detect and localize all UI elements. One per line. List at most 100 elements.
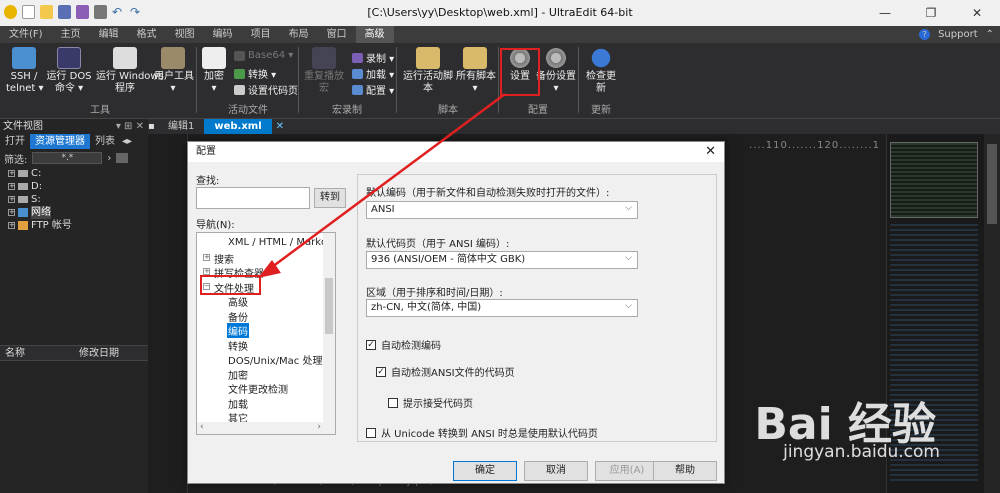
convert-button[interactable]: 转换 ▾	[234, 66, 276, 81]
menu-encoding[interactable]: 编码	[204, 26, 242, 43]
encrypt-button[interactable]: 加密 ▾	[200, 47, 228, 95]
windows-program-icon	[113, 47, 137, 69]
menu-edit[interactable]: 编辑	[90, 26, 128, 43]
tree-item-convert[interactable]: 转换	[228, 338, 248, 353]
menu-window[interactable]: 窗口	[318, 26, 356, 43]
ribbon-collapse-icon[interactable]: ⌃	[986, 29, 994, 40]
tab-close-icon[interactable]: ✕	[272, 119, 288, 134]
tree-vscroll[interactable]	[323, 233, 335, 423]
ribbon-separator	[298, 47, 299, 113]
lock-icon	[202, 47, 226, 69]
filter-clear-icon[interactable]	[116, 153, 129, 163]
apply-button[interactable]: 应用(A)	[595, 461, 659, 481]
checkbox-unchecked[interactable]	[388, 397, 398, 408]
tree-item-drive-c[interactable]: + C:	[8, 167, 148, 180]
user-tools-button[interactable]: 用户工具 ▾	[154, 47, 194, 95]
checkbox-unchecked[interactable]	[366, 427, 376, 438]
menu-home[interactable]: 主页	[52, 26, 90, 43]
menu-view[interactable]: 视图	[166, 26, 204, 43]
tree-item-encoding[interactable]: 编码	[227, 323, 249, 338]
tree-hscroll[interactable]: ‹ ›	[197, 422, 335, 434]
line-number-gutter	[148, 134, 188, 493]
ok-button[interactable]: 确定	[453, 461, 517, 481]
unicode-to-ansi-checkbox[interactable]: 从 Unicode 转换到 ANSI 时总是使用默认代码页	[366, 425, 598, 440]
locale-label: 区域（用于排序和时间/日期）:	[366, 288, 503, 299]
check-update-button[interactable]: 检查更新	[582, 47, 620, 95]
tree-item-ftp[interactable]: + FTP 帐号	[8, 219, 148, 232]
record-button[interactable]: 录制 ▾	[352, 50, 394, 65]
cancel-button[interactable]: 取消	[524, 461, 588, 481]
editor-scrollbar[interactable]	[984, 134, 1000, 493]
menu-format[interactable]: 格式	[128, 26, 166, 43]
tree-item-drive-d[interactable]: + D:	[8, 180, 148, 193]
tab-menu-icon[interactable]: ▪	[148, 119, 158, 134]
run-windows-button[interactable]: 运行 Windows 程序	[96, 47, 164, 95]
load-button[interactable]: 加载 ▾	[352, 66, 394, 81]
tree-item-backup[interactable]: 备份	[228, 309, 248, 324]
tree-item-advanced[interactable]: 高级	[228, 294, 248, 309]
menu-project[interactable]: 项目	[242, 26, 280, 43]
auto-detect-ansi-checkbox[interactable]: ✓ 自动检测ANSI文件的代码页	[376, 364, 515, 379]
tab-explorer[interactable]: 资源管理器	[30, 134, 90, 149]
help-icon[interactable]: ?	[919, 29, 931, 40]
tree-item-drive-s[interactable]: + S:	[8, 193, 148, 206]
panel-controls[interactable]: ▾ ⊞ ✕	[116, 119, 144, 134]
tree-item-change-detect[interactable]: 文件更改检测	[228, 381, 288, 396]
checkbox-checked[interactable]: ✓	[366, 339, 376, 350]
tab-scroll-arrows[interactable]: ◂▸	[120, 134, 134, 149]
find-input[interactable]	[196, 187, 310, 209]
help-button[interactable]: 帮助	[653, 461, 717, 481]
scrollbar-thumb[interactable]	[987, 144, 997, 224]
tree-item-xml[interactable]: XML / HTML / Markdow	[228, 237, 335, 248]
maximize-button[interactable]: ❐	[908, 0, 954, 26]
scroll-right-icon[interactable]: ›	[317, 422, 321, 432]
ssh-telnet-button[interactable]: SSH / telnet ▾	[6, 47, 43, 95]
network-icon	[18, 208, 28, 217]
tab-list[interactable]: 列表	[90, 134, 120, 149]
macro-config-button[interactable]: 配置 ▾	[352, 82, 394, 97]
expand-icon[interactable]: +	[203, 254, 210, 261]
menu-layout[interactable]: 布局	[280, 26, 318, 43]
column-date[interactable]: 修改日期	[74, 346, 124, 360]
menu-advanced[interactable]: 高级	[355, 26, 394, 43]
group-label-tools: 工具	[90, 105, 110, 116]
macro-replay-button[interactable]: 重复播放宏	[302, 47, 346, 95]
tab-open[interactable]: 打开	[0, 134, 30, 149]
locale-select[interactable]: zh-CN, 中文(简体, 中国)	[366, 298, 638, 317]
expand-icon[interactable]: +	[203, 268, 210, 275]
run-dos-button[interactable]: 运行 DOS 命令 ▾	[46, 47, 92, 95]
menu-file[interactable]: 文件(F)	[0, 26, 52, 43]
column-name[interactable]: 名称	[0, 346, 74, 360]
close-button[interactable]: ✕	[954, 0, 1000, 26]
goto-button[interactable]: 转到	[314, 188, 346, 208]
tab-web-xml[interactable]: web.xml	[204, 119, 272, 134]
filter-go-icon[interactable]: ›	[107, 153, 111, 164]
nav-label: 导航(N):	[196, 220, 235, 231]
script-icon	[416, 47, 440, 69]
support-link[interactable]: Support	[938, 29, 978, 40]
auto-detect-checkbox[interactable]: ✓ 自动检测编码	[366, 337, 441, 352]
scroll-left-icon[interactable]: ‹	[200, 422, 204, 432]
default-encoding-select[interactable]: ANSI	[366, 200, 638, 219]
minimize-button[interactable]: —	[862, 0, 908, 26]
tree-item-encrypt[interactable]: 加密	[228, 367, 248, 382]
set-codepage-button[interactable]: 设置代码页	[234, 82, 298, 97]
base64-button[interactable]: Base64 ▾	[234, 50, 293, 61]
all-scripts-button[interactable]: 所有脚本 ▾	[456, 47, 496, 95]
tree-item-dos-unix[interactable]: DOS/Unix/Mac 处理	[228, 352, 322, 367]
globe-icon	[589, 47, 613, 69]
tree-item-load[interactable]: 加载	[228, 396, 248, 411]
file-list-header: 名称 修改日期	[0, 345, 148, 361]
backup-settings-button[interactable]: 备份设置 ▾	[536, 47, 576, 95]
prompt-codepage-checkbox[interactable]: 提示接受代码页	[388, 395, 473, 410]
tree-item-search[interactable]: 搜索	[214, 251, 234, 266]
filter-input[interactable]: *.*	[32, 152, 103, 164]
dialog-close-icon[interactable]: ✕	[705, 142, 716, 162]
minimap-viewport[interactable]	[890, 142, 978, 218]
tab-edit1[interactable]: 编辑1	[158, 119, 204, 134]
run-active-script-button[interactable]: 运行活动脚本	[400, 47, 456, 95]
checkbox-checked[interactable]: ✓	[376, 366, 386, 377]
codepage-select[interactable]: 936 (ANSI/OEM - 简体中文 GBK)	[366, 250, 638, 269]
tree-item-network[interactable]: + 网络	[8, 206, 148, 219]
tree-scroll-thumb[interactable]	[325, 278, 333, 334]
